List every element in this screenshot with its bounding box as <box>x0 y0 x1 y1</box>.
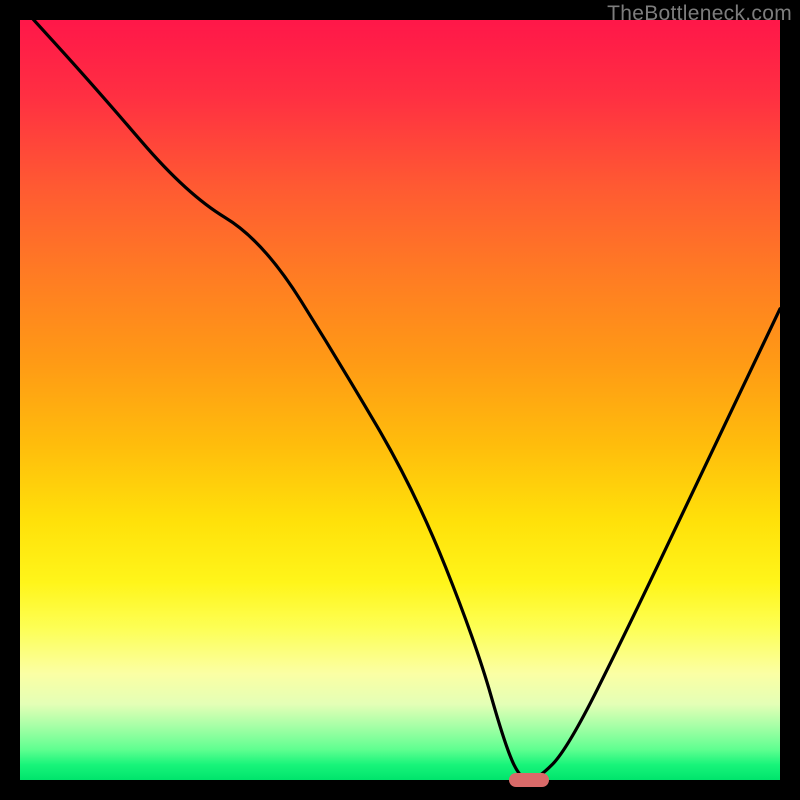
plot-area <box>20 20 780 780</box>
curve-path <box>20 5 780 780</box>
bottleneck-curve <box>20 20 780 780</box>
optimal-marker <box>509 773 549 787</box>
chart-frame: TheBottleneck.com <box>0 0 800 800</box>
